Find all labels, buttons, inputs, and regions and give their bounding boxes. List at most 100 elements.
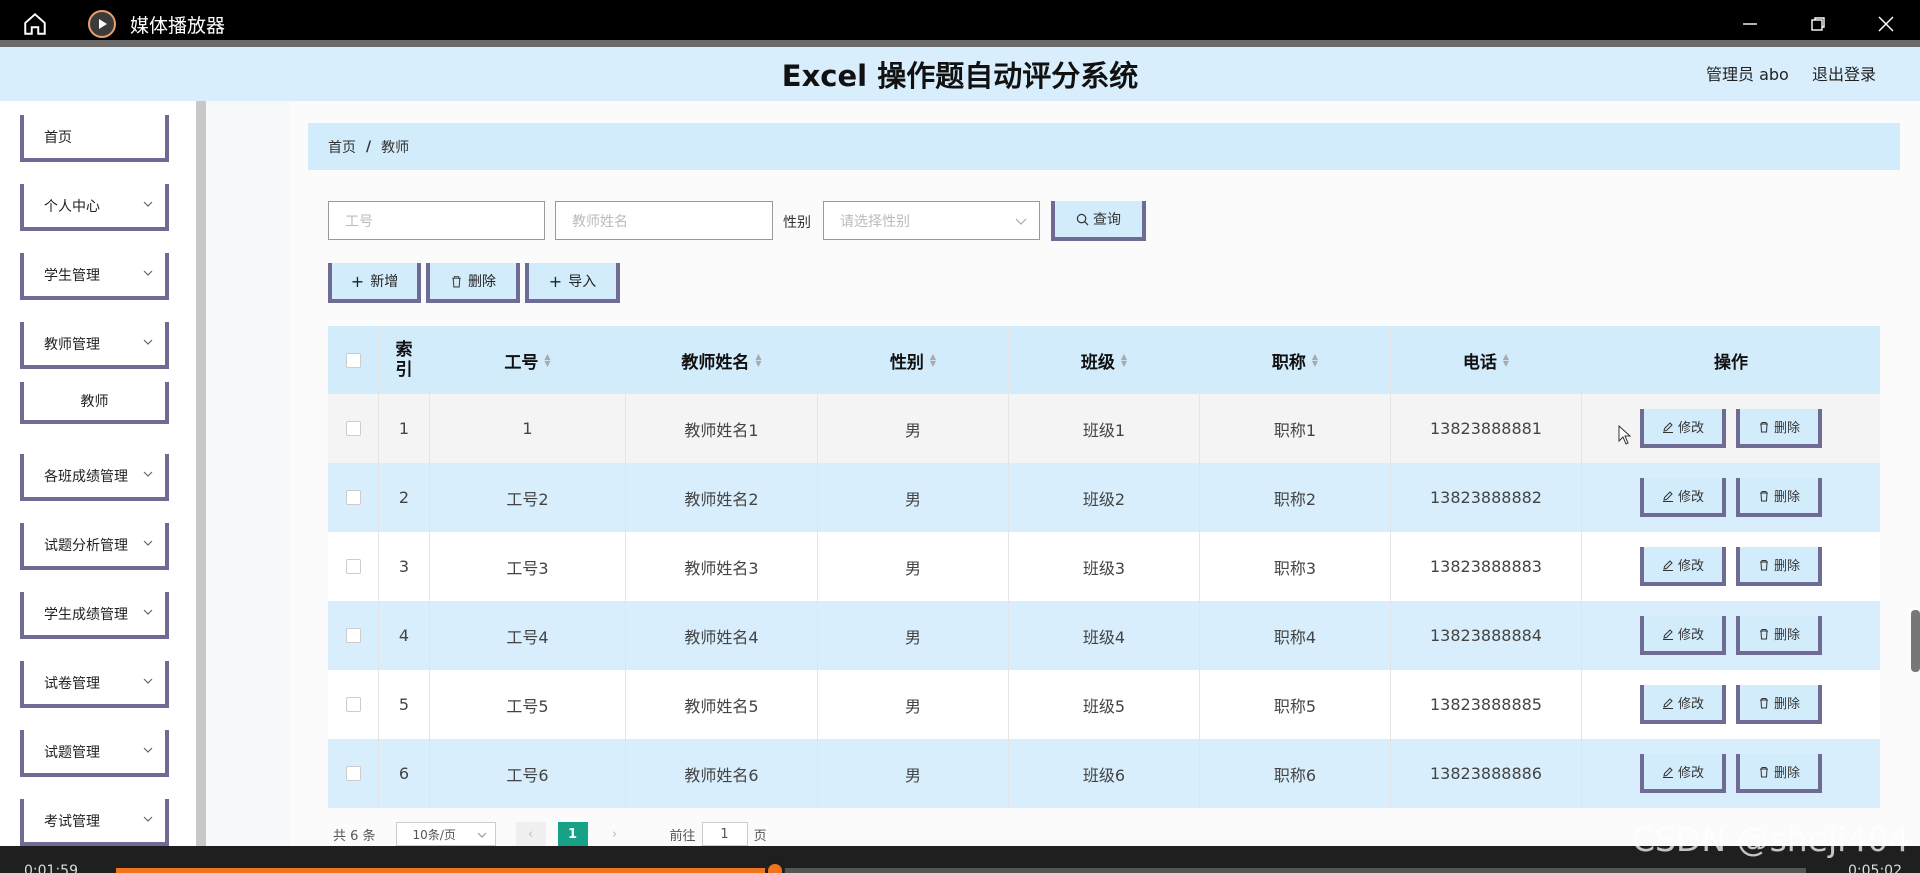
chevron-down-icon [143,540,153,546]
trash-icon [1759,421,1768,432]
sort-icon[interactable]: ▲ ▼ [1503,353,1509,368]
header-title[interactable]: 职称 ▲ ▼ [1200,326,1391,394]
cell-index: 4 [379,601,430,670]
header-sex[interactable]: 性别 ▲ ▼ [818,326,1009,394]
sidebar-item-home[interactable]: 首页 [20,115,169,162]
header-class[interactable]: 班级 ▲ ▼ [1009,326,1200,394]
logout-link[interactable]: 退出登录 [1812,61,1876,85]
sidebar-item-student-scores[interactable]: 学生成绩管理 [20,592,169,639]
row-delete-button[interactable]: 删除 [1736,616,1822,655]
chevron-down-icon [143,201,153,207]
staff-no-input[interactable]: 工号 [328,201,545,240]
trash-icon [1759,559,1768,570]
cell-title: 职称3 [1200,532,1391,601]
breadcrumb: 首页 / 教师 [308,123,1900,170]
user-name: 管理员 abo [1706,65,1789,84]
sidebar-scrollbar[interactable] [196,101,206,846]
cell-class: 班级2 [1009,463,1200,532]
select-all-checkbox[interactable] [345,352,361,368]
row-checkbox[interactable] [345,559,361,574]
cell-title: 职称4 [1200,601,1391,670]
header-label: 教师姓名 [681,352,750,373]
sidebar-item-personal[interactable]: 个人中心 [20,184,169,231]
seek-bar[interactable] [116,861,1806,873]
header-teacher-name[interactable]: 教师姓名 ▲ ▼ [626,326,818,394]
row-delete-button[interactable]: 删除 [1736,478,1822,517]
cell-index: 1 [379,394,430,463]
next-page-button[interactable]: › [600,822,630,846]
sidebar-item-question-analysis[interactable]: 试题分析管理 [20,523,169,570]
import-button[interactable]: + 导入 [525,263,620,303]
header-index: 索引 [379,326,430,394]
cell-operations: 修改 删除 [1582,601,1880,670]
row-checkbox[interactable] [345,697,361,712]
sort-icon[interactable]: ▲ ▼ [544,353,550,368]
edit-label: 修改 [1677,559,1704,574]
teacher-name-input[interactable]: 教师姓名 [555,201,773,240]
edit-button[interactable]: 修改 [1640,685,1726,724]
cell-operations: 修改 删除 [1582,670,1880,739]
sidebar-item-questions[interactable]: 试题管理 [20,730,169,777]
prev-page-button[interactable]: ‹ [515,822,546,846]
row-delete-button[interactable]: 删除 [1736,409,1822,448]
sidebar-item-students[interactable]: 学生管理 [20,253,169,300]
sidebar-item-label: 教师 [80,394,109,410]
total-time: 0:05:02 [1848,863,1902,873]
edit-icon [1662,490,1673,502]
cell-class: 班级4 [1009,601,1200,670]
sidebar-item-exams[interactable]: 考试管理 [20,799,169,846]
sort-icon[interactable]: ▲ ▼ [930,353,936,368]
cell-phone: 13823888884 [1391,601,1582,670]
sort-icon[interactable]: ▲ ▼ [1121,353,1127,368]
edit-button[interactable]: 修改 [1640,409,1726,448]
header-staff-no[interactable]: 工号 ▲ ▼ [430,326,626,394]
page-scrollbar[interactable] [1911,610,1920,672]
header-label: 性别 [889,352,924,373]
sidebar-item-teachers[interactable]: 教师管理 [20,322,169,369]
table-row: 2 工号2 教师姓名2 男班级2 职称2 13823888882 修改 删除 [328,463,1880,532]
table-row: 4 工号4 教师姓名4 男班级4 职称4 13823888884 修改 删除 [328,601,1880,670]
row-delete-label: 删除 [1773,628,1800,643]
edit-label: 修改 [1677,628,1704,643]
seek-handle[interactable] [765,861,786,873]
row-delete-button[interactable]: 删除 [1736,754,1822,793]
page-number-current[interactable]: 1 [557,822,588,846]
cell-sex: 男 [818,601,1009,670]
page-size-value: 10条/页 [412,827,456,842]
edit-button[interactable]: 修改 [1640,547,1726,586]
sex-select[interactable]: 请选择性别 [823,201,1040,240]
sidebar-item-class-scores[interactable]: 各班成绩管理 [20,454,169,501]
header-phone[interactable]: 电话 ▲ ▼ [1391,326,1582,394]
row-checkbox[interactable] [345,421,361,436]
sidebar-item-papers[interactable]: 试卷管理 [20,661,169,708]
delete-button[interactable]: 删除 [426,263,520,303]
trash-icon [1759,697,1768,708]
row-delete-button[interactable]: 删除 [1736,685,1822,724]
edit-button[interactable]: 修改 [1640,754,1726,793]
row-checkbox[interactable] [345,766,361,781]
breadcrumb-home[interactable]: 首页 [328,137,356,157]
sort-icon[interactable]: ▲ ▼ [755,353,761,368]
row-delete-button[interactable]: 删除 [1736,547,1822,586]
row-checkbox[interactable] [345,490,361,505]
header-label: 工号 [504,352,539,373]
row-select-cell [328,739,379,808]
sidebar-item-label: 考试管理 [44,813,100,830]
edit-button[interactable]: 修改 [1640,478,1726,517]
add-label: 新增 [370,274,399,290]
chevron-down-icon [143,471,153,477]
row-delete-label: 删除 [1773,490,1800,505]
page-size-select[interactable]: 10条/页 [395,822,496,846]
add-button[interactable]: + 新增 [328,263,421,303]
edit-label: 修改 [1677,766,1704,781]
chevron-down-icon [143,339,153,345]
sort-icon[interactable]: ▲ ▼ [1312,353,1318,368]
sidebar-subitem-teacher[interactable]: 教师 [20,382,169,424]
goto-label: 前往 [669,828,696,844]
mouse-cursor-icon [1618,425,1632,445]
edit-button[interactable]: 修改 [1640,616,1726,655]
row-checkbox[interactable] [345,628,361,643]
delete-label: 删除 [468,274,496,290]
query-button[interactable]: 查询 [1051,201,1146,241]
goto-page-input[interactable]: 1 [701,822,748,846]
